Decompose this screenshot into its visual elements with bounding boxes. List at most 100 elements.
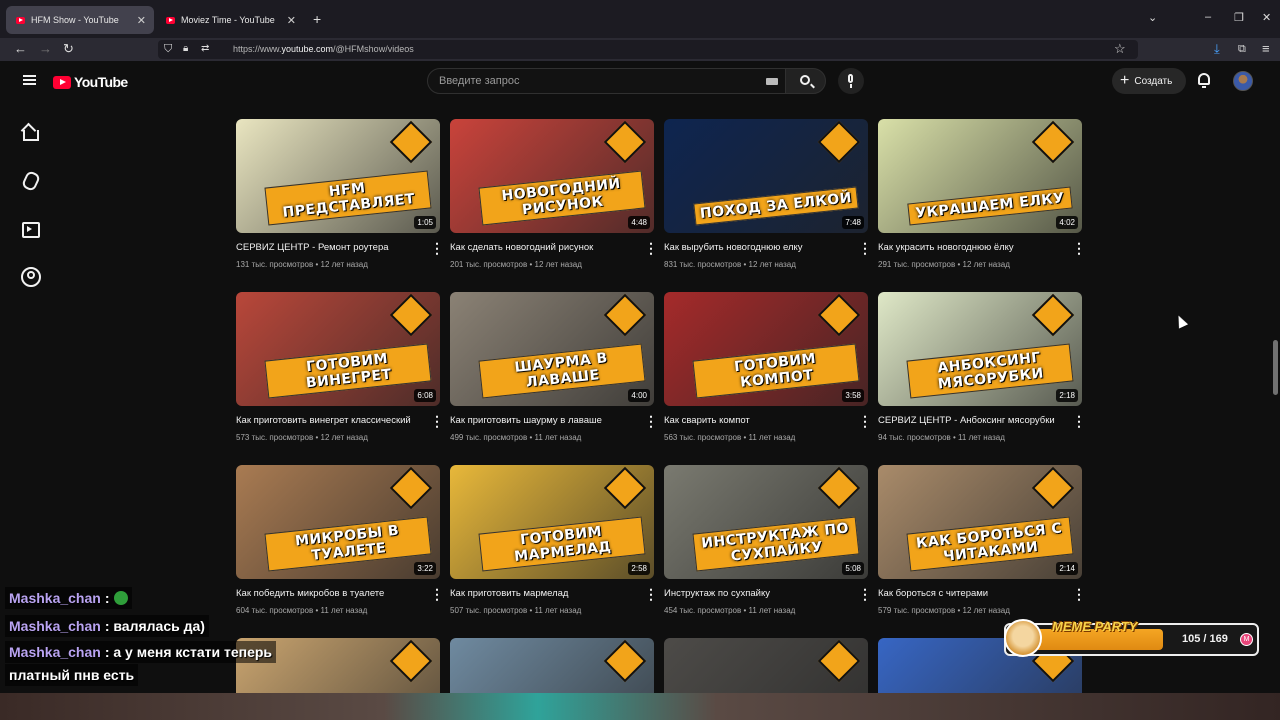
video-title[interactable]: Как приготовить винегрет классический (236, 415, 424, 426)
more-actions-icon[interactable] (858, 586, 872, 603)
channel-badge-icon (1031, 293, 1075, 337)
video-thumbnail[interactable]: АНБОКСИНГ МЯСОРУБКИ 2:18 (878, 292, 1082, 406)
channel-badge-icon (817, 293, 861, 337)
chat-username: Mashka_chan (9, 618, 101, 634)
video-meta: 604 тыс. просмотров • 11 лет назад (236, 606, 368, 615)
subscriptions-icon[interactable] (21, 219, 40, 238)
video-card[interactable]: ГОТОВИМ КОМПОТ 3:58 Как сварить компот 563 … (664, 292, 872, 442)
shield-icon[interactable]: ⛉ (164, 41, 172, 57)
video-thumbnail[interactable]: КАК БОРОТЬСЯ С ЧИТАКАМИ 2:14 (878, 465, 1082, 579)
more-actions-icon[interactable] (1072, 586, 1086, 603)
create-button[interactable]: + Создать (1112, 68, 1186, 94)
video-thumbnail[interactable]: УКРАШАЕМ ЕЛКУ 4:02 (878, 119, 1082, 233)
close-window-icon[interactable]: ✕ (1262, 11, 1271, 24)
tab-moviez-time[interactable]: Moviez Time - YouTube ✕ (156, 6, 304, 34)
video-title[interactable]: Как сварить компот (664, 415, 852, 426)
video-card[interactable]: ПОХОД ЗА ЕЛКОЙ 7:48 Как вырубить новогодню… (664, 119, 872, 269)
more-actions-icon[interactable] (858, 240, 872, 257)
background-art-bottom (0, 693, 1280, 720)
tab-label: HFM Show - YouTube (31, 15, 119, 25)
tab-label: Moviez Time - YouTube (181, 15, 275, 25)
more-actions-icon[interactable] (1072, 413, 1086, 430)
avatar[interactable] (1233, 71, 1253, 91)
new-tab-icon[interactable]: + (313, 11, 321, 27)
video-card[interactable]: АНБОКСИНГ МЯСОРУБКИ 2:18 СЕРВИZ ЦЕНТР - Ан… (878, 292, 1086, 442)
video-title[interactable]: Инструктаж по сухпайку (664, 588, 852, 599)
thumbnail-caption: МИКРОБЫ В ТУАЛЕТЕ (264, 516, 432, 572)
video-meta: 831 тыс. просмотров • 12 лет назад (664, 260, 796, 269)
video-thumbnail[interactable]: ИНСТРУКТАЖ ПО СУХПАЙКУ 5:08 (664, 465, 868, 579)
video-title[interactable]: Как приготовить шаурму в лаваше (450, 415, 638, 426)
more-actions-icon[interactable] (858, 413, 872, 430)
video-card[interactable]: УКРАШАЕМ ЕЛКУ 4:02 Как украсить новогоднюю… (878, 119, 1086, 269)
downloads-icon[interactable]: ⤓ (1214, 41, 1220, 57)
video-card[interactable]: КАК БОРОТЬСЯ С ЧИТАКАМИ 2:14 Как бороться … (878, 465, 1086, 615)
video-thumbnail[interactable]: ГОТОВИМ МАРМЕЛАД 2:58 (450, 465, 654, 579)
home-icon[interactable] (21, 124, 39, 141)
close-tab-icon[interactable]: ✕ (287, 14, 296, 27)
browser-nav-bar: ← → ↻ ⛉ 🔒︎ ⇄ https://www.youtube.com/@HF… (0, 38, 1280, 61)
close-tab-icon[interactable]: ✕ (137, 14, 146, 27)
page-scrollbar[interactable] (1273, 340, 1278, 395)
video-title[interactable]: Как победить микробов в туалете (236, 588, 424, 599)
video-title[interactable]: Как приготовить мармелад (450, 588, 638, 599)
bookmark-star-icon[interactable]: ☆ (1114, 41, 1126, 57)
thumbnail-caption: ПОХОД ЗА ЕЛКОЙ (693, 186, 859, 226)
video-thumbnail[interactable]: ГОТОВИМ ВИНЕГРЕТ 6:08 (236, 292, 440, 406)
video-thumbnail[interactable]: HFM ПРЕДСТАВЛЯЕТ 1:05 (236, 119, 440, 233)
video-card[interactable]: ГОТОВИМ МАРМЕЛАД 2:58 Как приготовить марм… (450, 465, 658, 615)
restore-icon[interactable]: ❐ (1234, 11, 1244, 24)
youtube-logo[interactable]: YouTube (53, 74, 128, 90)
video-card[interactable]: ШАУРМА В ЛАВАШЕ 4:00 Как приготовить шаурм… (450, 292, 658, 442)
thumbnail-caption: ШАУРМА В ЛАВАШЕ (478, 343, 646, 399)
search-button[interactable] (785, 68, 826, 94)
more-actions-icon[interactable] (430, 413, 444, 430)
search-input[interactable] (439, 75, 739, 87)
channel-badge-icon (603, 639, 647, 683)
notifications-bell-icon[interactable] (1198, 73, 1210, 88)
more-actions-icon[interactable] (644, 240, 658, 257)
video-thumbnail[interactable]: НОВОГОДНИЙ РИСУНОК 4:48 (450, 119, 654, 233)
video-title[interactable]: СЕРВИZ ЦЕНТР - Анбоксинг мясорубки (878, 415, 1066, 426)
more-actions-icon[interactable] (1072, 240, 1086, 257)
meme-party-widget: MEME PARTY 105 / 169 M (1004, 619, 1259, 657)
video-thumbnail[interactable]: ПОХОД ЗА ЕЛКОЙ 7:48 (664, 119, 868, 233)
video-title[interactable]: СЕРВИZ ЦЕНТР - Ремонт роутера (236, 242, 424, 253)
video-card[interactable]: ИНСТРУКТАЖ ПО СУХПАЙКУ 5:08 Инструктаж по … (664, 465, 872, 615)
chat-text: : (104, 590, 110, 606)
shorts-icon[interactable] (21, 171, 37, 187)
more-actions-icon[interactable] (430, 586, 444, 603)
tab-hfm-show[interactable]: HFM Show - YouTube ✕ (6, 6, 154, 34)
video-card[interactable]: HFM ПРЕДСТАВЛЯЕТ 1:05 СЕРВИZ ЦЕНТР - Ремон… (236, 119, 444, 269)
video-card[interactable]: НОВОГОДНИЙ РИСУНОК 4:48 Как сделать нового… (450, 119, 658, 269)
video-card[interactable]: ГОТОВИМ ВИНЕГРЕТ 6:08 Как приготовить вине… (236, 292, 444, 442)
lock-icon[interactable]: 🔒︎ (183, 41, 188, 57)
minimize-icon[interactable]: – (1205, 11, 1211, 23)
video-thumbnail[interactable]: МИКРОБЫ В ТУАЛЕТЕ 3:22 (236, 465, 440, 579)
thumbnail-caption: HFM ПРЕДСТАВЛЯЕТ (264, 170, 432, 226)
video-title[interactable]: Как бороться с читерами (878, 588, 1066, 599)
video-thumbnail[interactable]: ШАУРМА В ЛАВАШЕ 4:00 (450, 292, 654, 406)
voice-search-mic-icon[interactable] (838, 68, 864, 94)
you-profile-icon[interactable] (21, 267, 41, 287)
extensions-icon[interactable]: ⧉ (1238, 41, 1246, 57)
more-actions-icon[interactable] (430, 240, 444, 257)
video-thumbnail[interactable]: ГОТОВИМ КОМПОТ 3:58 (664, 292, 868, 406)
menu-icon[interactable]: ≡ (1262, 41, 1270, 57)
thumbnail-caption: УКРАШАЕМ ЕЛКУ (907, 186, 1073, 226)
video-title[interactable]: Как сделать новогодний рисунок (450, 242, 638, 253)
video-meta: 499 тыс. просмотров • 11 лет назад (450, 433, 582, 442)
more-actions-icon[interactable] (644, 413, 658, 430)
hamburger-menu-icon[interactable] (23, 75, 36, 85)
permissions-icon[interactable]: ⇄ (201, 41, 209, 57)
video-title[interactable]: Как вырубить новогоднюю елку (664, 242, 852, 253)
more-actions-icon[interactable] (644, 586, 658, 603)
video-title[interactable]: Как украсить новогоднюю ёлку (878, 242, 1066, 253)
forward-icon[interactable]: → (39, 41, 52, 57)
keyboard-icon[interactable] (766, 78, 778, 85)
reload-icon[interactable]: ↻ (63, 41, 74, 57)
video-duration: 4:48 (628, 216, 650, 229)
video-card[interactable]: МИКРОБЫ В ТУАЛЕТЕ 3:22 Как победить микроб… (236, 465, 444, 615)
back-icon[interactable]: ← (14, 41, 27, 57)
list-tabs-chevron-icon[interactable]: ⌄ (1148, 11, 1157, 24)
